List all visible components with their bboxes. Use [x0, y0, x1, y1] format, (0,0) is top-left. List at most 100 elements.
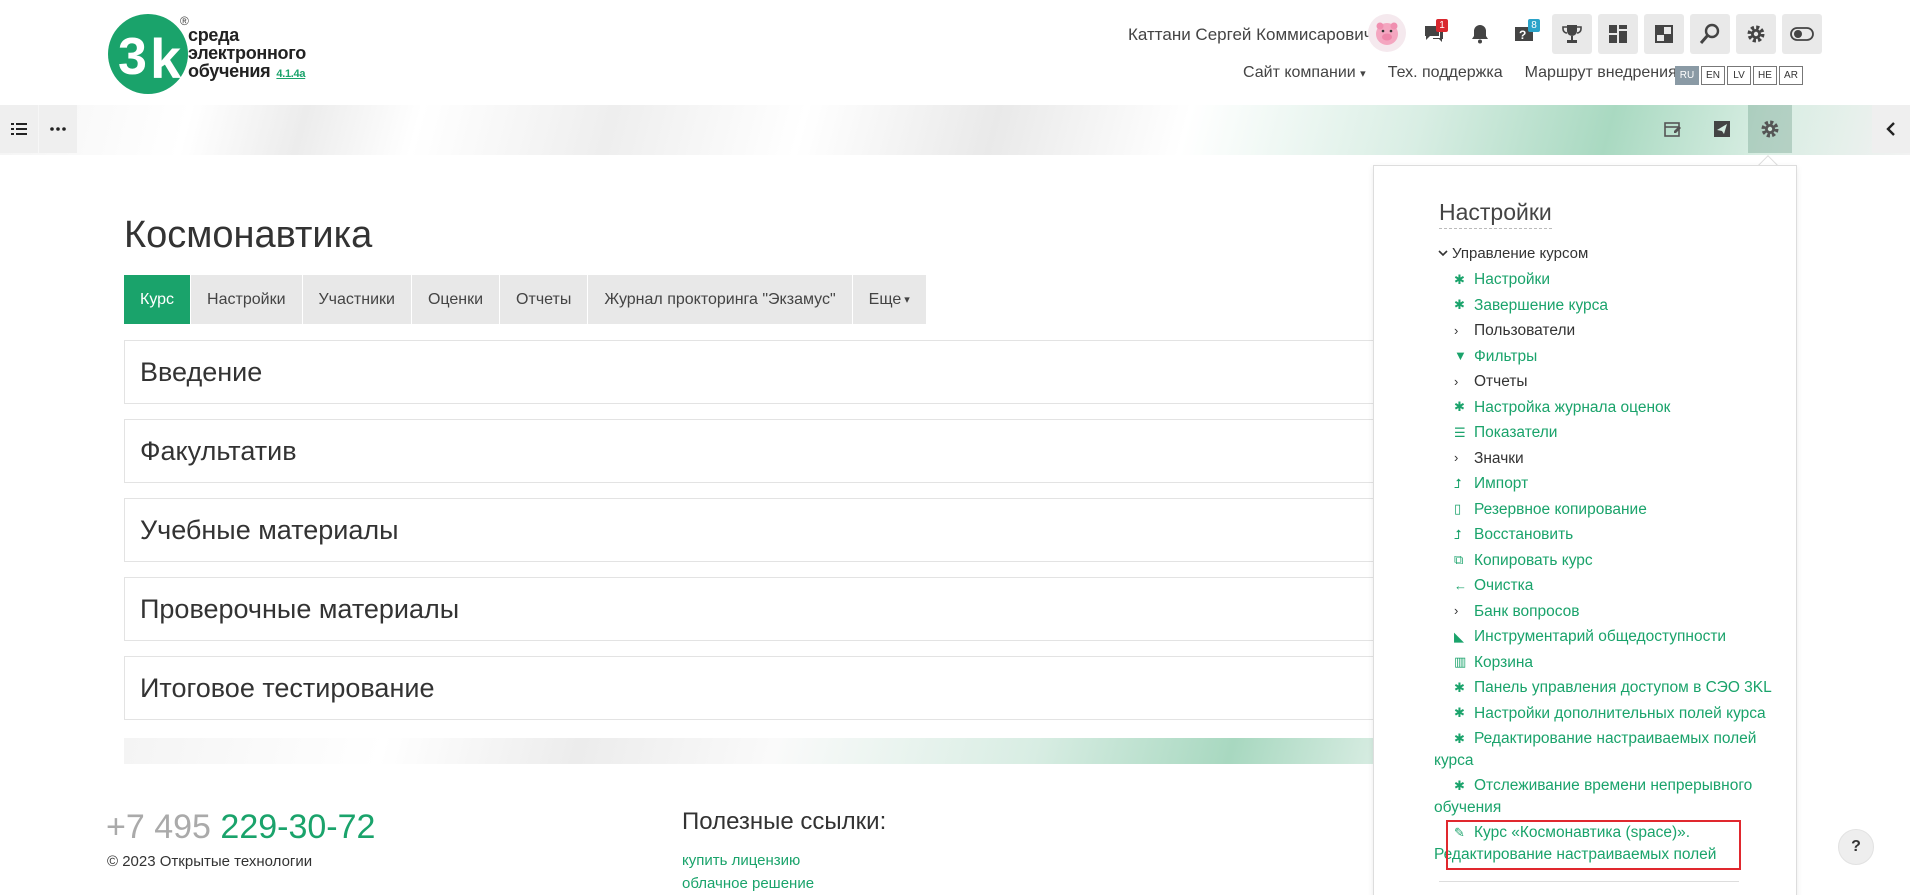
- lang-ru[interactable]: RU: [1675, 66, 1699, 85]
- achievements-button[interactable]: [1552, 14, 1592, 54]
- logo[interactable]: 3 k ® среда электронного обучения 4.1.4a: [106, 12, 336, 96]
- tab-course[interactable]: Курс: [124, 275, 191, 324]
- menu-item-course-completion[interactable]: ✱ Завершение курса: [1454, 295, 1784, 317]
- chevron-down-icon: ▾: [1360, 68, 1366, 80]
- user-name[interactable]: Каттани Сергей Коммисарович: [1128, 25, 1373, 45]
- tab-reports[interactable]: Отчеты: [500, 275, 588, 324]
- ellipsis-icon: [50, 127, 66, 131]
- menu-item-badges[interactable]: › Значки: [1454, 448, 1784, 470]
- menu-item-accessibility-toolkit[interactable]: ◣ Инструментарий общедоступности: [1454, 626, 1784, 648]
- route-link[interactable]: Маршрут внедрения: [1525, 64, 1677, 82]
- filter-icon: ▼: [1454, 348, 1467, 364]
- menu-item-access-control-panel[interactable]: ✱ Панель управления доступом в СЭО 3KL: [1454, 677, 1784, 699]
- more-actions-button[interactable]: [39, 105, 77, 153]
- course-sections: Введение Факультатив Учебные материалы П…: [124, 340, 1424, 735]
- company-site-link[interactable]: Сайт компании ▾: [1243, 64, 1366, 82]
- menu-item-reset[interactable]: ← Очистка: [1454, 575, 1784, 597]
- bell-icon: [1472, 25, 1488, 44]
- menu-item-reports[interactable]: › Отчеты: [1454, 371, 1784, 393]
- footer-phone[interactable]: +7 495 229-30-72: [106, 808, 375, 847]
- menu-item-backup[interactable]: ▯ Резервное копирование: [1454, 499, 1784, 521]
- useful-links-title: Полезные ссылки:: [682, 808, 887, 835]
- cloud-solution-link[interactable]: облачное решение: [682, 875, 814, 892]
- support-link[interactable]: Тех. поддержка: [1388, 64, 1503, 82]
- settings-panel: Настройки Управление курсом ✱ Настройки ✱…: [1373, 165, 1797, 895]
- logo-3kl-mark: 3 k: [108, 14, 188, 94]
- svg-text:?: ?: [1519, 28, 1526, 42]
- menu-item-recycle-bin[interactable]: ▥ Корзина: [1454, 652, 1784, 674]
- drawer-toggle-button[interactable]: [1872, 105, 1910, 153]
- tab-grades[interactable]: Оценки: [411, 275, 500, 324]
- pig-avatar-icon: [1376, 22, 1398, 45]
- settings-button[interactable]: [1736, 14, 1776, 54]
- menu-item-continuous-learning-time[interactable]: ✱ Отслеживание времени непрерывного обуче…: [1434, 775, 1784, 818]
- search-button[interactable]: [1690, 14, 1730, 54]
- menu-item-edit-custom-fields[interactable]: ✱ Редактирование настраиваемых полей курс…: [1434, 728, 1784, 771]
- tab-settings[interactable]: Настройки: [191, 275, 302, 324]
- lang-en[interactable]: EN: [1701, 66, 1725, 85]
- notifications-button[interactable]: [1460, 14, 1500, 54]
- menu-item-filters[interactable]: ▼ Фильтры: [1454, 346, 1784, 368]
- tab-participants[interactable]: Участники: [302, 275, 411, 324]
- puzzle-icon: [1655, 25, 1673, 43]
- upload-icon: ⮥: [1454, 475, 1462, 491]
- course-index-button[interactable]: [0, 105, 38, 153]
- course-settings-button[interactable]: [1748, 105, 1792, 153]
- chevron-down-icon: [1438, 249, 1448, 256]
- help-questions-button[interactable]: ? 8: [1506, 14, 1546, 54]
- logo-line-3: обучения: [188, 61, 271, 81]
- upload-icon: ⮥: [1454, 526, 1462, 542]
- help-questions-badge: 8: [1528, 19, 1540, 32]
- calendar-edit-icon: [1664, 122, 1681, 137]
- menu-item-extra-course-fields[interactable]: ✱ Настройки дополнительных полей курса: [1454, 703, 1784, 725]
- gear-icon: ✱: [1454, 399, 1465, 415]
- send-button[interactable]: [1700, 105, 1744, 153]
- chevron-right-icon: ›: [1454, 450, 1459, 466]
- logo-version[interactable]: 4.1.4a: [276, 68, 305, 80]
- avatar[interactable]: [1368, 14, 1406, 52]
- menu-item-settings[interactable]: ✱ Настройки: [1454, 269, 1784, 291]
- gear-icon: ✱: [1454, 679, 1465, 695]
- tab-more[interactable]: Еще ▾: [852, 275, 926, 324]
- lang-ar[interactable]: AR: [1779, 66, 1803, 85]
- chevron-right-icon: ›: [1454, 373, 1459, 389]
- calendar-button[interactable]: [1651, 105, 1695, 153]
- theme-toggle-button[interactable]: [1782, 14, 1822, 54]
- menu-item-gradebook-setup[interactable]: ✱ Настройка журнала оценок: [1454, 397, 1784, 419]
- chevron-right-icon: ›: [1454, 603, 1459, 619]
- course-admin-node[interactable]: Управление курсом: [1438, 245, 1588, 262]
- dashboard-icon: [1609, 25, 1627, 43]
- messages-button[interactable]: 1: [1414, 14, 1454, 54]
- section-item[interactable]: Итоговое тестирование: [124, 656, 1424, 720]
- dashboard-button[interactable]: [1598, 14, 1638, 54]
- course-tabs: Курс Настройки Участники Оценки Отчеты Ж…: [124, 275, 926, 324]
- section-item[interactable]: Введение: [124, 340, 1424, 404]
- menu-item-users[interactable]: › Пользователи: [1454, 320, 1784, 342]
- menu-item-copy-course[interactable]: ⧉ Копировать курс: [1454, 550, 1784, 572]
- lang-he[interactable]: HE: [1753, 66, 1777, 85]
- gear-icon: ✱: [1454, 705, 1465, 721]
- tab-proctoring-journal[interactable]: Журнал прокторинга "Экзамус": [588, 275, 852, 324]
- menu-item-question-bank[interactable]: › Банк вопросов: [1454, 601, 1784, 623]
- language-switcher: RU EN LV HE AR: [1675, 66, 1803, 85]
- list-icon: [11, 123, 27, 135]
- puzzle-button[interactable]: [1644, 14, 1684, 54]
- menu-item-import[interactable]: ⮥ Импорт: [1454, 473, 1784, 495]
- copyright: © 2023 Открытые технологии: [107, 853, 313, 870]
- section-item[interactable]: Факультатив: [124, 419, 1424, 483]
- toggle-icon: [1790, 27, 1814, 41]
- section-item[interactable]: Учебные материалы: [124, 498, 1424, 562]
- lang-lv[interactable]: LV: [1727, 66, 1751, 85]
- area-chart-icon: ◣: [1454, 628, 1464, 644]
- menu-item-outcomes[interactable]: ☰ Показатели: [1454, 422, 1784, 444]
- chevron-right-icon: ›: [1454, 322, 1459, 338]
- section-item[interactable]: Проверочные материалы: [124, 577, 1424, 641]
- menu-item-restore[interactable]: ⮥ Восстановить: [1454, 524, 1784, 546]
- logo-line-2: электронного: [188, 43, 306, 63]
- gear-icon: ✱: [1454, 730, 1465, 746]
- help-button[interactable]: ?: [1838, 829, 1874, 865]
- copy-icon: ⧉: [1454, 552, 1464, 568]
- buy-license-link[interactable]: купить лицензию: [682, 852, 800, 869]
- header-links: Сайт компании ▾ Тех. поддержка Маршрут в…: [1243, 64, 1677, 82]
- panel-divider: [1439, 881, 1739, 882]
